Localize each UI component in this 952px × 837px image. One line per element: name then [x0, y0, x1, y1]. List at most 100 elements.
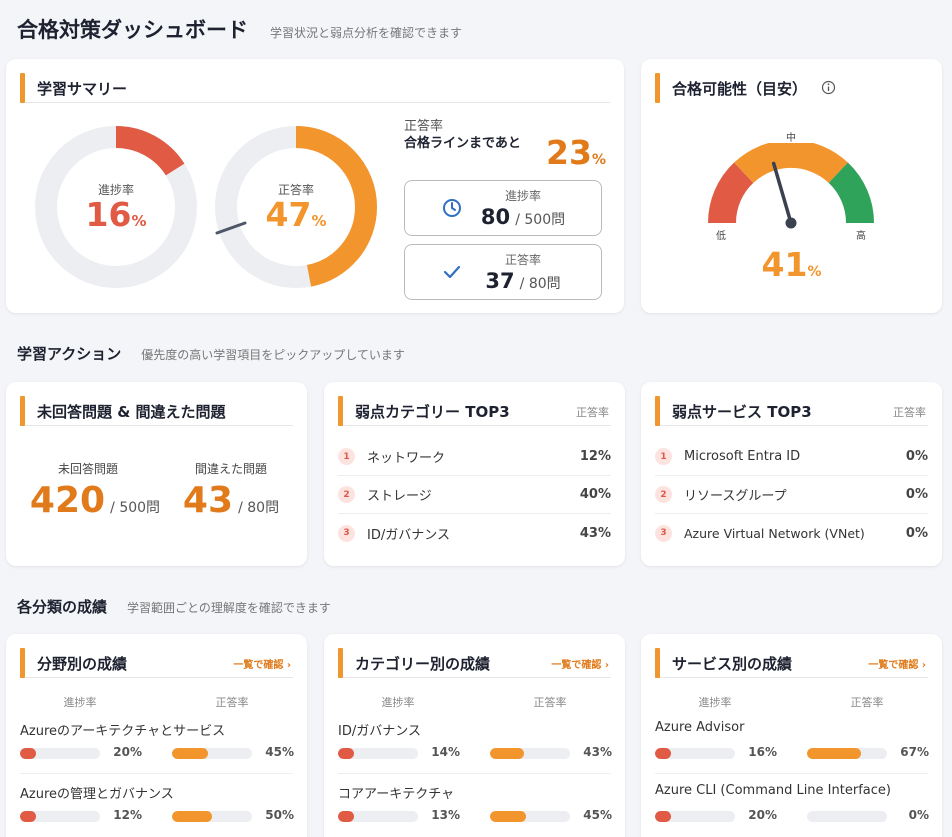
- weak-services-col-label: 正答率: [893, 406, 926, 419]
- unanswered-card: 未回答問題 & 間違えた問題 未回答問題 420 / 500問 間違えた問題 4…: [6, 382, 307, 566]
- scores-card-title: 分野別の成績: [37, 655, 128, 673]
- scores-card-header: カテゴリー別の成績 一覧で確認 ›: [338, 648, 611, 678]
- progress-box-label: 進捗率: [504, 189, 541, 203]
- scores-card-title: カテゴリー別の成績: [355, 655, 491, 673]
- gap-value: 23%: [546, 133, 606, 172]
- unanswered-label: 未回答問題: [57, 462, 118, 476]
- progress-value: 14%: [431, 745, 460, 759]
- page-header: 合格対策ダッシュボード 学習状況と弱点分析を確認できます: [17, 14, 462, 44]
- progress-value: 20%: [113, 745, 142, 759]
- actions-section-subtitle: 優先度の高い学習項目をピックアップしています: [141, 348, 405, 362]
- gauge-needle: [771, 161, 793, 225]
- scores-section-header: 各分類の成績 学習範囲ごとの理解度を確認できます: [17, 596, 331, 617]
- accuracy-value: 67%: [900, 745, 929, 759]
- accuracy-column-header: 正答率: [215, 696, 249, 709]
- pass-card-header: 合格可能性（目安）: [655, 73, 928, 103]
- weak-categories-title: 弱点カテゴリー TOP3: [355, 403, 510, 421]
- accuracy-bar-fill: [172, 811, 212, 822]
- accuracy-column-header: 正答率: [850, 696, 884, 709]
- progress-box-value: 80 / 500問: [480, 205, 566, 229]
- page-title: 合格対策ダッシュボード: [17, 18, 248, 42]
- list-item[interactable]: 3 ID/ガバナンス 43%: [338, 514, 611, 552]
- list-item[interactable]: 2 ストレージ 40%: [338, 476, 611, 514]
- actions-section-title: 学習アクション: [17, 345, 122, 363]
- accuracy-bar: [172, 748, 252, 759]
- accuracy-box-value: 37 / 80問: [485, 269, 561, 293]
- accuracy-bar-fill: [490, 748, 525, 759]
- progress-ring-value: 16%: [85, 195, 147, 234]
- progress-bar: [655, 811, 735, 822]
- accuracy-box-label: 正答率: [504, 253, 541, 267]
- progress-bar-fill: [20, 811, 36, 822]
- scores-card-header: 分野別の成績 一覧で確認 ›: [20, 648, 293, 678]
- progress-column-header: 進捗率: [698, 696, 732, 709]
- list-item[interactable]: 2 リソースグループ 0%: [655, 476, 928, 514]
- page-subtitle: 学習状況と弱点分析を確認できます: [270, 26, 463, 40]
- unanswered-card-header: 未回答問題 & 間違えた問題: [20, 396, 293, 426]
- progress-column-header: 進捗率: [381, 696, 415, 709]
- accuracy-column-header: 正答率: [533, 696, 567, 709]
- summary-card-header: 学習サマリー: [20, 73, 610, 103]
- accuracy-bar: [807, 811, 887, 822]
- view-all-link[interactable]: 一覧で確認 ›: [551, 656, 609, 671]
- wrong-count: 43 / 80問: [182, 480, 280, 521]
- scores-card-title: サービス別の成績: [672, 655, 793, 673]
- rank-badge: 3: [338, 524, 355, 542]
- gauge-pivot: [785, 217, 797, 229]
- unanswered-count: 420 / 500問: [29, 480, 161, 521]
- progress-bar: [655, 748, 735, 759]
- accuracy-bar: [807, 748, 887, 759]
- accuracy-value: 50%: [265, 808, 294, 822]
- progress-value: 13%: [431, 808, 460, 822]
- summary-title: 学習サマリー: [37, 80, 128, 98]
- view-all-link[interactable]: 一覧で確認 ›: [868, 656, 926, 671]
- weak-categories-card: 弱点カテゴリー TOP3 正答率 1 ネットワーク 12% 2 ストレージ 40…: [324, 382, 625, 566]
- weak-services-header: 弱点サービス TOP3 正答率: [655, 396, 928, 426]
- progress-bar-fill: [655, 811, 671, 822]
- list-item[interactable]: 1 ネットワーク 12%: [338, 438, 611, 476]
- category-scores-card: カテゴリー別の成績 一覧で確認 › 進捗率 正答率 ID/ガバナンス 14% 43% コアアー…: [324, 634, 625, 837]
- progress-bar: [20, 748, 100, 759]
- progress-bar-fill: [20, 748, 36, 759]
- list-item[interactable]: 3 Azure Virtual Network (VNet) 0%: [655, 514, 928, 552]
- accuracy-value: 45%: [583, 808, 612, 822]
- actions-section-header: 学習アクション 優先度の高い学習項目をピックアップしています: [17, 343, 405, 364]
- gauge-low-label: 低: [716, 231, 726, 242]
- rank-badge: 3: [655, 524, 672, 542]
- wrong-label: 間違えた問題: [194, 462, 267, 476]
- progress-bar-fill: [338, 811, 354, 822]
- progress-value: 20%: [748, 808, 777, 822]
- gap-text: 合格ラインまであと: [404, 136, 521, 151]
- field-scores-card: 分野別の成績 一覧で確認 › 進捗率 正答率 Azureのアーキテクチャとサービス 20%…: [6, 634, 307, 837]
- summary-card: 学習サマリー 進捗率 16% 正答率 47% 正答率 合格ラインまであと 23%…: [6, 59, 624, 313]
- accuracy-value: 0%: [908, 808, 929, 822]
- score-item-name: ID/ガバナンス: [338, 724, 421, 739]
- weak-services-card: 弱点サービス TOP3 正答率 1 Microsoft Entra ID 0% …: [641, 382, 942, 566]
- view-all-link[interactable]: 一覧で確認 ›: [233, 656, 291, 671]
- service-scores-card: サービス別の成績 一覧で確認 › 進捗率 正答率 Azure Advisor 16% 67%…: [641, 634, 942, 837]
- pass-value: 41%: [761, 245, 822, 284]
- gauge-mid-segment: [734, 143, 848, 184]
- info-icon[interactable]: [821, 80, 836, 95]
- accuracy-bar-fill: [490, 811, 526, 822]
- weak-categories-col-label: 正答率: [576, 406, 609, 419]
- progress-bar-fill: [655, 748, 671, 759]
- scores-section-subtitle: 学習範囲ごとの理解度を確認できます: [127, 601, 331, 615]
- accuracy-value: 43%: [583, 745, 612, 759]
- weak-categories-header: 弱点カテゴリー TOP3 正答率: [338, 396, 611, 426]
- accuracy-bar: [490, 748, 570, 759]
- list-item[interactable]: 1 Microsoft Entra ID 0%: [655, 438, 928, 476]
- progress-value: 16%: [748, 745, 777, 759]
- rank-badge: 1: [655, 448, 672, 465]
- gauge-high-segment: [828, 162, 875, 224]
- progress-box: 進捗率 80 / 500問: [404, 180, 602, 236]
- gauge-mid-label: 中: [786, 133, 796, 144]
- progress-bar: [338, 748, 418, 759]
- accuracy-bar-fill: [807, 748, 861, 759]
- score-item-name: コアアーキテクチャ: [338, 787, 455, 802]
- unanswered-title: 未回答問題 & 間違えた問題: [37, 403, 226, 421]
- score-item-name: Azure Advisor: [655, 720, 745, 735]
- score-item-name: Azureのアーキテクチャとサービス: [20, 724, 226, 739]
- pass-title: 合格可能性（目安）: [672, 80, 808, 98]
- accuracy-box: 正答率 37 / 80問: [404, 244, 602, 300]
